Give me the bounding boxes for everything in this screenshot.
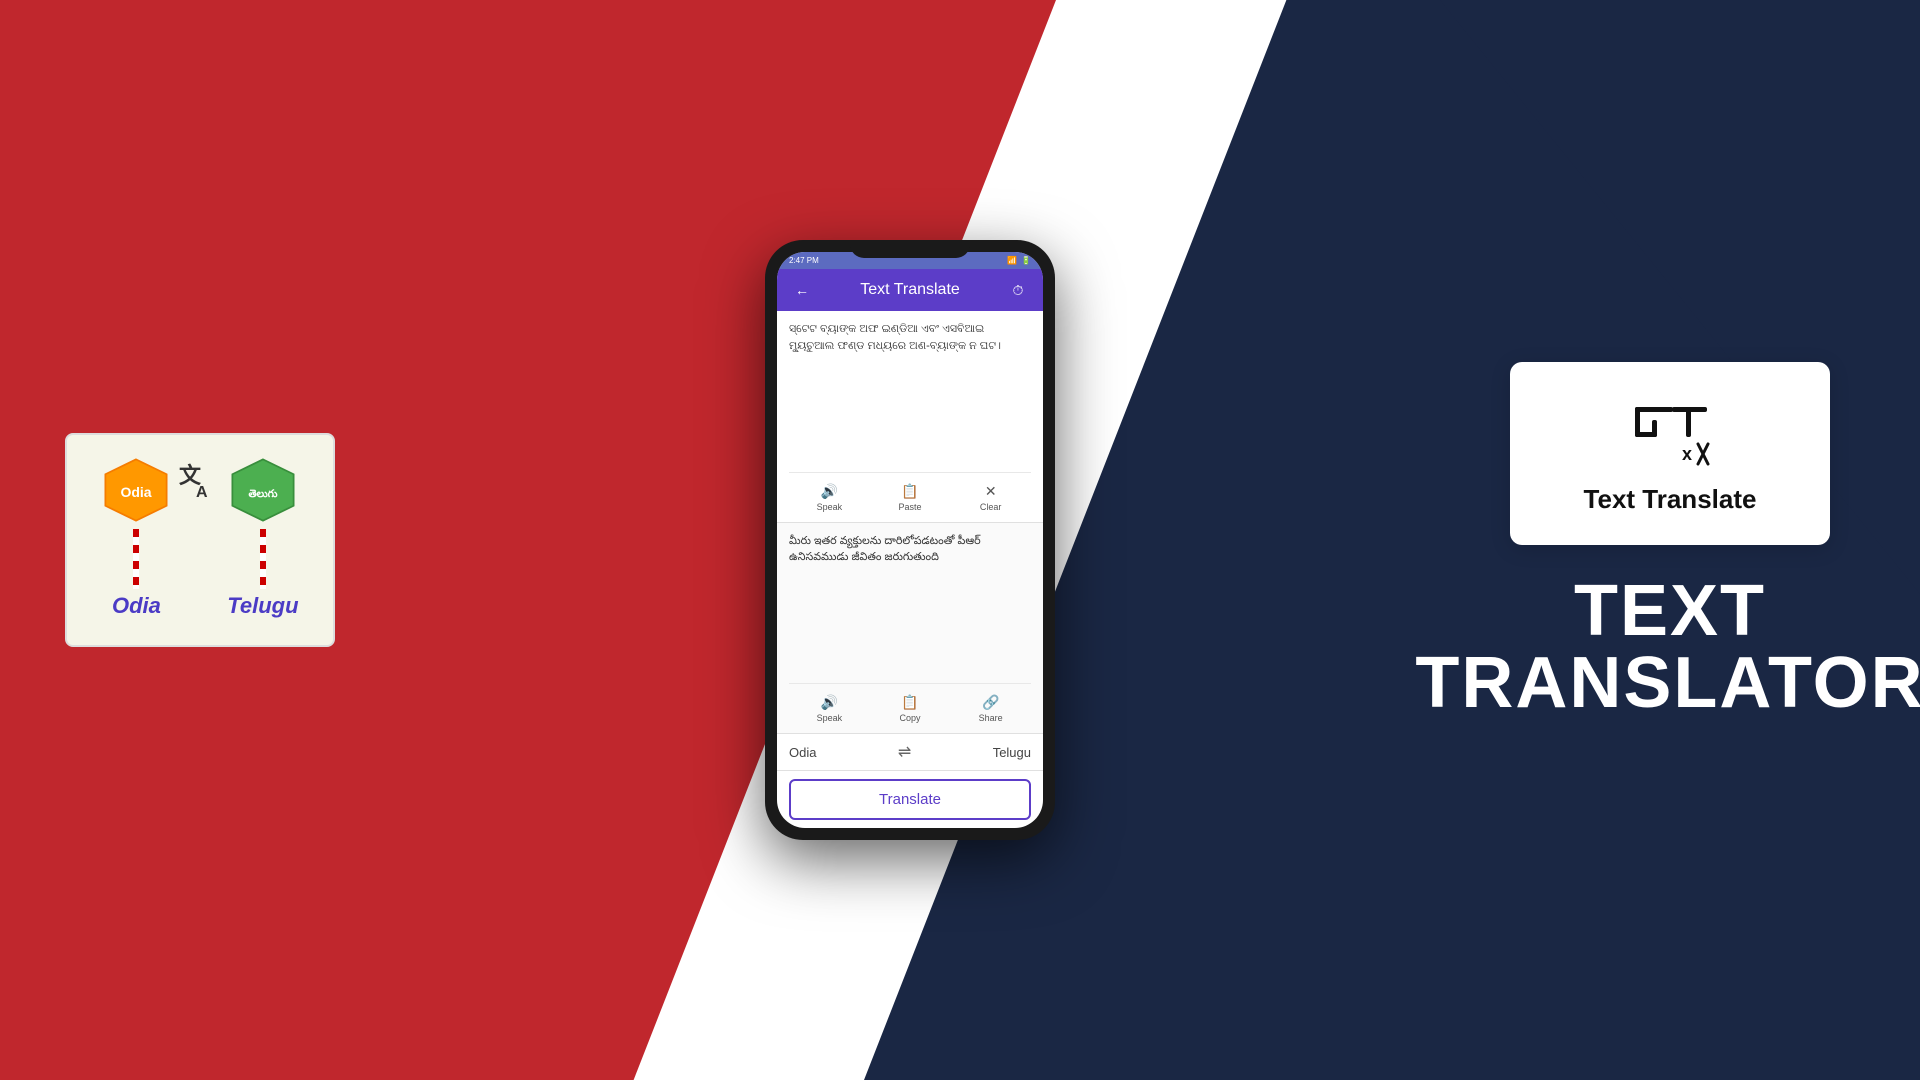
translate-symbol: 文 A <box>174 455 224 565</box>
target-language[interactable]: Telugu <box>993 745 1031 760</box>
language-signs-card: Odia Odia 文 A <box>65 433 335 647</box>
output-text: మీరు ఇతర వ్యక్తులను దారిలోపడటంతో పీఆర్ ఉ… <box>789 533 1031 680</box>
battery-icon: 🔋 <box>1021 256 1031 265</box>
translate-button[interactable]: Translate <box>789 779 1031 820</box>
share-button[interactable]: 🔗 Share <box>950 690 1031 727</box>
telugu-pole <box>260 529 266 589</box>
copy-label: Copy <box>900 713 921 723</box>
odia-label: Odia <box>112 593 161 619</box>
input-section: ସ୍ଟେଟ ବ୍ୟାଙ୍କ ଅଫ ଇଣ୍ଡିଆ ଏବଂ ଏସବିଆଇ ମ୍ୟୁଚ… <box>777 311 1043 523</box>
input-text[interactable]: ସ୍ଟେଟ ବ୍ୟାଙ୍କ ଅଫ ଇଣ୍ଡିଆ ଏବଂ ଏସବିଆଇ ମ୍ୟୁଚ… <box>789 321 1031 468</box>
odia-hexagon: Odia <box>101 455 171 525</box>
speak-output-icon: 🔊 <box>821 694 838 711</box>
telugu-hexagon: తెలుగు <box>228 455 298 525</box>
svg-text:x: x <box>1682 444 1692 464</box>
phone-mockup: 2:47 PM 📶 🔋 ← Text Translate ⏱ <box>765 240 1055 840</box>
left-panel: Odia Odia 文 A <box>60 433 340 647</box>
svg-text:తెలుగు: తెలుగు <box>248 488 277 500</box>
svg-text:A: A <box>196 484 208 501</box>
svg-text:Odia: Odia <box>121 484 152 500</box>
swap-languages-button[interactable]: ⇌ <box>898 742 911 762</box>
copy-icon: 📋 <box>901 694 918 711</box>
back-button[interactable]: ← <box>791 279 813 301</box>
source-language[interactable]: Odia <box>789 745 816 760</box>
odia-pole <box>133 529 139 589</box>
speak-input-icon: 🔊 <box>821 483 838 500</box>
speak-input-label: Speak <box>817 502 843 512</box>
copy-button[interactable]: 📋 Copy <box>870 690 951 727</box>
app-title: Text Translate <box>860 281 960 299</box>
phone-container: 2:47 PM 📶 🔋 ← Text Translate ⏱ <box>765 240 1055 840</box>
signs-container: Odia Odia 文 A <box>100 455 300 615</box>
history-icon: ⏱ <box>1013 282 1024 299</box>
app-header: ← Text Translate ⏱ <box>777 269 1043 311</box>
clear-icon: ✕ <box>985 483 997 500</box>
right-panel: x Text Translate TEXT TRANSLATOR <box>1480 362 1860 719</box>
status-time: 2:47 PM <box>789 256 819 265</box>
telugu-label: Telugu <box>227 593 298 619</box>
big-text-line2: TRANSLATOR <box>1415 647 1920 719</box>
share-icon: 🔗 <box>982 694 999 711</box>
phone-notch <box>850 240 970 258</box>
clear-button[interactable]: ✕ Clear <box>950 479 1031 516</box>
paste-icon: 📋 <box>901 483 918 500</box>
output-actions: 🔊 Speak 📋 Copy 🔗 Share <box>789 683 1031 727</box>
odia-sign: Odia Odia <box>101 455 171 619</box>
history-button[interactable]: ⏱ <box>1007 279 1029 301</box>
speak-output-label: Speak <box>817 713 843 723</box>
clear-label: Clear <box>980 502 1002 512</box>
network-icon: 📶 <box>1007 256 1017 265</box>
google-translate-icon: x <box>1630 392 1710 472</box>
share-label: Share <box>979 713 1003 723</box>
back-icon: ← <box>795 282 809 298</box>
status-icons: 📶 🔋 <box>1007 256 1031 265</box>
input-actions: 🔊 Speak 📋 Paste ✕ Clear <box>789 472 1031 516</box>
speak-input-button[interactable]: 🔊 Speak <box>789 479 870 516</box>
paste-label: Paste <box>899 502 922 512</box>
big-text-line1: TEXT <box>1415 575 1920 647</box>
main-content: Odia Odia 文 A <box>0 0 1920 1080</box>
telugu-sign: తెలుగు Telugu <box>227 455 298 619</box>
paste-button[interactable]: 📋 Paste <box>870 479 951 516</box>
output-section: మీరు ఇతర వ్యక్తులను దారిలోపడటంతో పీఆర్ ఉ… <box>777 523 1043 735</box>
app-info-card: x Text Translate <box>1510 362 1830 545</box>
phone-screen: 2:47 PM 📶 🔋 ← Text Translate ⏱ <box>777 252 1043 828</box>
big-text-container: TEXT TRANSLATOR <box>1415 575 1920 719</box>
app-card-title: Text Translate <box>1584 484 1757 515</box>
language-selector: Odia ⇌ Telugu <box>777 734 1043 771</box>
speak-output-button[interactable]: 🔊 Speak <box>789 690 870 727</box>
